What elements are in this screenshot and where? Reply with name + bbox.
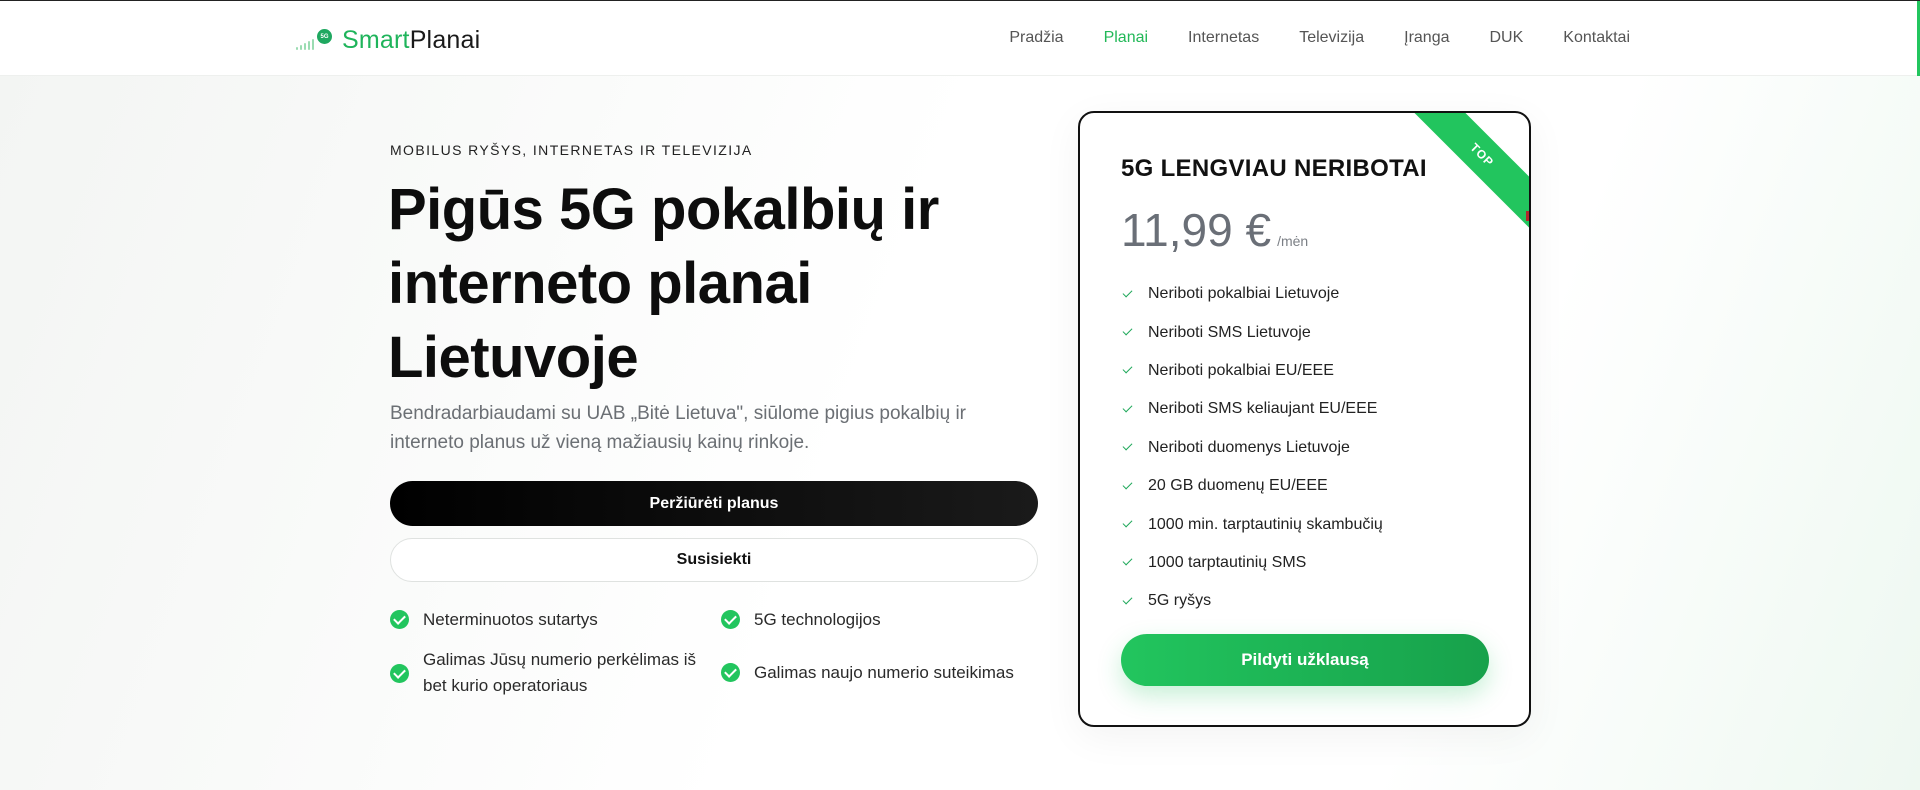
plan-feature: 1000 tarptautinių SMS bbox=[1121, 544, 1383, 582]
check-icon bbox=[1121, 288, 1134, 301]
plan-card: TOP 5G LENGVIAU NERIBOTAI 11,99 € /mėn N… bbox=[1078, 111, 1531, 727]
feature-item: Galimas naujo numerio suteikimas bbox=[721, 660, 1014, 686]
check-circle-icon bbox=[390, 610, 409, 629]
contact-button[interactable]: Susisiekti bbox=[390, 538, 1038, 582]
feature-label: Galimas naujo numerio suteikimas bbox=[754, 663, 1014, 682]
plan-feature: 20 GB duomenų EU/EEE bbox=[1121, 467, 1383, 505]
check-icon bbox=[1121, 595, 1134, 608]
nav-item-planai[interactable]: Planai bbox=[1104, 29, 1148, 47]
plan-feature-label: Neriboti pokalbiai EU/EEE bbox=[1148, 361, 1334, 379]
top-ribbon: TOP bbox=[1409, 113, 1529, 233]
logo[interactable]: 5G SmartPlanai bbox=[296, 25, 480, 55]
signal-icon: 5G bbox=[296, 28, 332, 52]
plan-feature-label: Neriboti duomenys Lietuvoje bbox=[1148, 438, 1350, 456]
plan-feature-label: Neriboti SMS keliaujant EU/EEE bbox=[1148, 400, 1378, 418]
nav-item-kontaktai[interactable]: Kontaktai bbox=[1563, 29, 1630, 47]
feature-item: 5G technologijos bbox=[721, 607, 881, 633]
hero-subtitle: Bendradarbiaudami su UAB „Bitė Lietuva",… bbox=[390, 403, 966, 453]
logo-badge: 5G bbox=[317, 29, 332, 44]
feature-label: 5G technologijos bbox=[754, 610, 881, 629]
check-icon bbox=[1121, 441, 1134, 454]
nav-item-iranga[interactable]: Įranga bbox=[1404, 29, 1449, 47]
logo-smart: Smart bbox=[342, 25, 410, 54]
check-circle-icon bbox=[721, 663, 740, 682]
price-unit: /mėn bbox=[1277, 233, 1309, 249]
hero-headline: Pigūs 5G pokalbių ir interneto planai Li… bbox=[388, 177, 939, 390]
plan-price: 11,99 € /mėn bbox=[1121, 203, 1308, 257]
plan-feature: Neriboti duomenys Lietuvoje bbox=[1121, 429, 1383, 467]
feature-label: Galimas Jūsų numerio perkėlimas iš bet k… bbox=[423, 650, 697, 695]
check-icon bbox=[1121, 480, 1134, 493]
feature-item: Neterminuotos sutartys bbox=[390, 607, 598, 633]
price-value: 11,99 € bbox=[1121, 204, 1272, 256]
plan-feature-label: Neriboti pokalbiai Lietuvoje bbox=[1148, 285, 1340, 303]
plan-feature: 1000 min. tarptautinių skambučių bbox=[1121, 505, 1383, 543]
plan-feature-label: 1000 tarptautinių SMS bbox=[1148, 553, 1307, 571]
plan-feature-label: 1000 min. tarptautinių skambučių bbox=[1148, 515, 1383, 533]
check-icon bbox=[1121, 326, 1134, 339]
ribbon-tip bbox=[1526, 211, 1529, 221]
plan-feature-label: 20 GB duomenų EU/EEE bbox=[1148, 477, 1328, 495]
plan-feature-label: 5G ryšys bbox=[1148, 592, 1212, 610]
ribbon-label: TOP bbox=[1409, 113, 1529, 228]
plan-feature: Neriboti pokalbiai EU/EEE bbox=[1121, 352, 1383, 390]
logo-text: SmartPlanai bbox=[342, 26, 480, 55]
plan-title: 5G LENGVIAU NERIBOTAI bbox=[1121, 155, 1427, 182]
check-circle-icon bbox=[721, 610, 740, 629]
nav-item-televizija[interactable]: Televizija bbox=[1299, 29, 1364, 47]
feature-label: Neterminuotos sutartys bbox=[423, 610, 598, 629]
check-icon bbox=[1121, 364, 1134, 377]
main-nav: Pradžia Planai Internetas Televizija Įra… bbox=[1009, 29, 1630, 47]
check-circle-icon bbox=[390, 664, 409, 683]
check-icon bbox=[1121, 556, 1134, 569]
submit-inquiry-button[interactable]: Pildyti užklausą bbox=[1121, 634, 1489, 686]
view-plans-button[interactable]: Peržiūrėti planus bbox=[390, 481, 1038, 526]
nav-item-pradzia[interactable]: Pradžia bbox=[1009, 29, 1063, 47]
plan-feature: 5G ryšys bbox=[1121, 582, 1383, 620]
feature-item: Galimas Jūsų numerio perkėlimas iš bet k… bbox=[390, 647, 710, 699]
site-header: 5G SmartPlanai Pradžia Planai Internetas… bbox=[0, 1, 1920, 76]
plan-features-list: Neriboti pokalbiai Lietuvoje Neriboti SM… bbox=[1121, 275, 1383, 621]
plan-feature: Neriboti pokalbiai Lietuvoje bbox=[1121, 275, 1383, 313]
hero-eyebrow: MOBILUS RYŠYS, INTERNETAS IR TELEVIZIJA bbox=[390, 142, 753, 158]
logo-planai: Planai bbox=[409, 25, 481, 54]
nav-item-duk[interactable]: DUK bbox=[1490, 29, 1524, 47]
check-icon bbox=[1121, 518, 1134, 531]
nav-item-internetas[interactable]: Internetas bbox=[1188, 29, 1259, 47]
check-icon bbox=[1121, 403, 1134, 416]
plan-feature: Neriboti SMS keliaujant EU/EEE bbox=[1121, 390, 1383, 428]
plan-feature: Neriboti SMS Lietuvoje bbox=[1121, 313, 1383, 351]
plan-feature-label: Neriboti SMS Lietuvoje bbox=[1148, 323, 1311, 341]
